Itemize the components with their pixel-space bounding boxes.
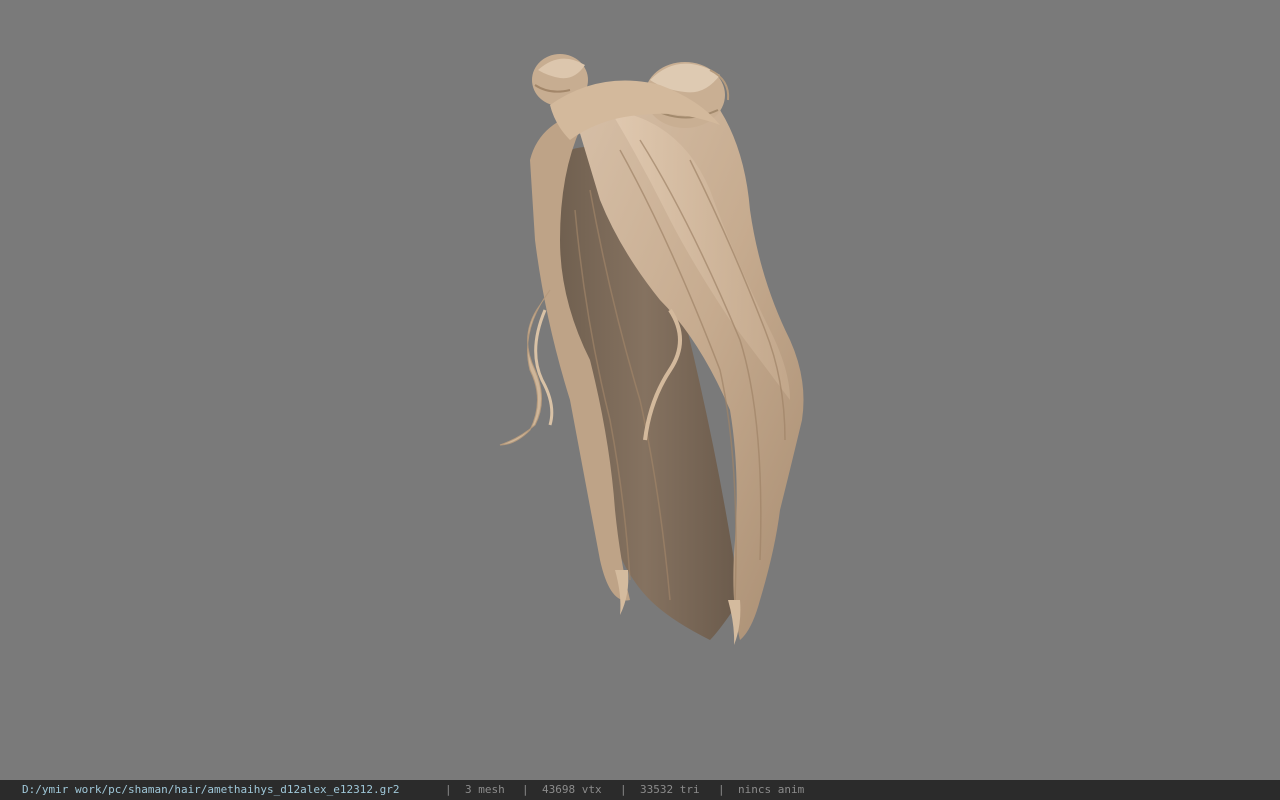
status-bar: D:/ymir work/pc/shaman/hair/amethaihys_d… <box>0 780 1280 800</box>
mesh-count: 3 mesh <box>465 783 505 796</box>
triangle-count: 33532 tri <box>640 783 700 796</box>
status-separator: | <box>620 783 627 796</box>
vertex-count: 43698 vtx <box>542 783 602 796</box>
status-separator: | <box>718 783 725 796</box>
hair-model <box>499 54 804 645</box>
file-path: D:/ymir work/pc/shaman/hair/amethaihys_d… <box>22 783 400 796</box>
anim-status: nincs anim <box>738 783 805 796</box>
status-separator: | <box>522 783 529 796</box>
status-separator: | <box>445 783 452 796</box>
3d-viewport[interactable] <box>0 0 1280 780</box>
hair-tip-2 <box>728 600 741 645</box>
